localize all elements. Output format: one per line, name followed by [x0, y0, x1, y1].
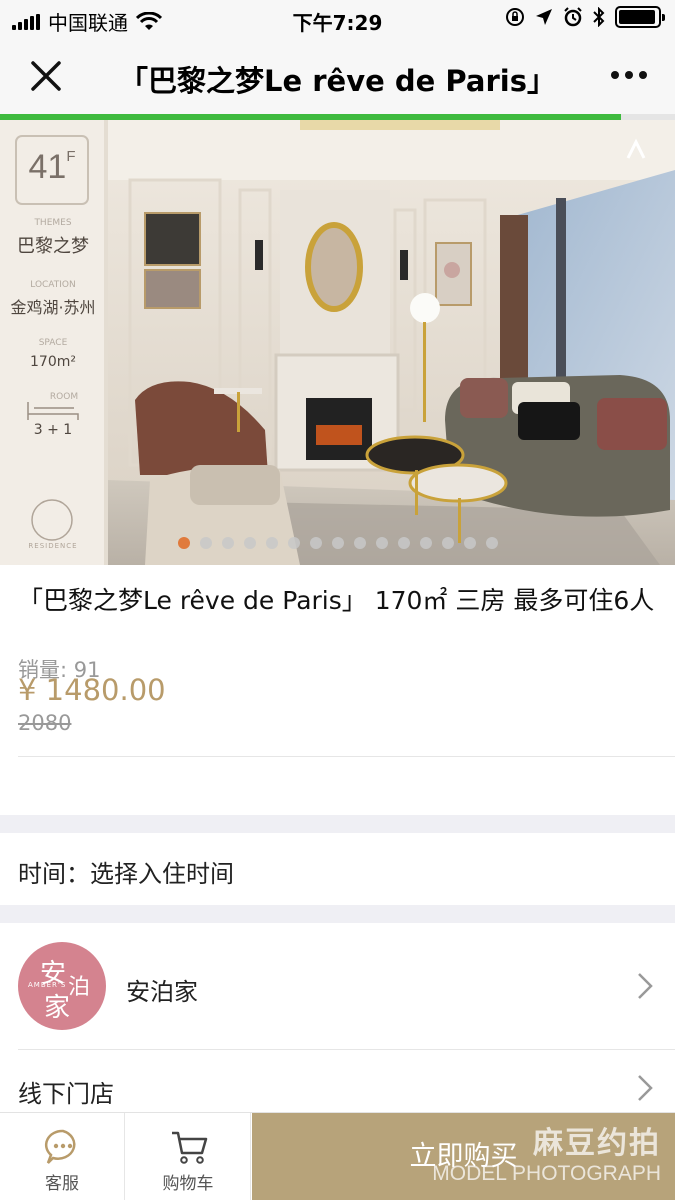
- chat-icon: [44, 1129, 76, 1164]
- carousel-dot[interactable]: [420, 537, 432, 549]
- location-label: LOCATION: [30, 280, 76, 290]
- battery-level: [619, 10, 656, 24]
- chevron-right-icon[interactable]: [637, 972, 653, 1000]
- rotation-lock-icon: [506, 8, 524, 26]
- carousel-dot[interactable]: [376, 537, 388, 549]
- floor-suffix: F: [66, 148, 76, 165]
- watermark-cn: 麻豆约拍: [533, 1127, 661, 1160]
- carousel-dot[interactable]: [288, 537, 300, 549]
- carousel-dot[interactable]: [442, 537, 454, 549]
- floor-number: 41F: [16, 148, 88, 187]
- svg-text:家: 家: [44, 993, 70, 1023]
- shop-name[interactable]: 安泊家: [126, 972, 198, 1007]
- carousel-dot[interactable]: [354, 537, 366, 549]
- alarm-icon: [564, 7, 582, 27]
- location-icon: [536, 9, 552, 25]
- hero-info-panel: 41F THEMES 巴黎之梦 LOCATION 金鸡湖·苏州 SPACE 17…: [0, 120, 108, 565]
- floor-value: 41: [28, 148, 67, 186]
- themes-value: 巴黎之梦: [17, 236, 89, 257]
- location-value: 金鸡湖·苏州: [10, 298, 96, 317]
- space-label: SPACE: [38, 338, 68, 348]
- cart-button[interactable]: 购物车: [126, 1113, 251, 1200]
- carousel-indicator: [178, 537, 498, 549]
- shop-logo-en: AMBER'S: [28, 981, 67, 989]
- watermark-en: MODEL PHOTOGRAPH: [432, 1162, 661, 1185]
- page-title: 「巴黎之梦Le rêve de Paris」: [119, 64, 556, 98]
- carousel-dot[interactable]: [486, 537, 498, 549]
- themes-label: THEMES: [34, 218, 72, 228]
- carousel-dot[interactable]: [200, 537, 212, 549]
- shop-logo[interactable]: 安 泊 家 AMBER'S: [18, 942, 106, 1030]
- svg-text:泊: 泊: [68, 975, 90, 1000]
- bluetooth-icon: [593, 7, 605, 27]
- sales-count: 销量: 91: [18, 658, 101, 682]
- carousel-dot[interactable]: [244, 537, 256, 549]
- product-info-section: 「巴黎之梦Le rêve de Paris」 170㎡ 三房 最多可住6人 ¥ …: [0, 565, 675, 815]
- status-bar: 中国联通 下午7:29: [0, 0, 675, 38]
- space-value: 170m²: [30, 354, 76, 370]
- original-price: 2080: [18, 711, 72, 735]
- divider: [18, 1049, 675, 1050]
- carousel-dot[interactable]: [310, 537, 322, 549]
- product-title: 「巴黎之梦Le rêve de Paris」 170㎡ 三房 最多可住6人: [18, 586, 655, 615]
- carousel-dot[interactable]: [464, 537, 476, 549]
- carousel-dot[interactable]: [332, 537, 344, 549]
- offline-store-label[interactable]: 线下门店: [18, 1074, 114, 1109]
- divider: [18, 756, 675, 757]
- cart-label: 购物车: [162, 1174, 214, 1194]
- carousel-dot[interactable]: [222, 537, 234, 549]
- chevron-right-icon[interactable]: [637, 1074, 653, 1102]
- battery-icon: [615, 6, 665, 28]
- nav-bar: 「巴黎之梦Le rêve de Paris」: [0, 38, 675, 114]
- product-image-carousel[interactable]: 41F THEMES 巴黎之梦 LOCATION 金鸡湖·苏州 SPACE 17…: [0, 120, 675, 565]
- cart-icon: [172, 1131, 208, 1164]
- close-icon[interactable]: [28, 58, 64, 94]
- room-label: ROOM: [49, 392, 79, 402]
- brand-small-text: RESIDENCE: [28, 542, 78, 550]
- more-icon[interactable]: [609, 60, 649, 90]
- status-right: [505, 6, 665, 28]
- customer-service-label: 客服: [45, 1174, 79, 1194]
- carousel-dot[interactable]: [266, 537, 278, 549]
- time-select-label[interactable]: 时间：选择入住时间: [18, 854, 234, 889]
- room-value: 3 + 1: [33, 422, 73, 438]
- carousel-dot[interactable]: [398, 537, 410, 549]
- customer-service-button[interactable]: 客服: [0, 1113, 125, 1200]
- carousel-dot[interactable]: [178, 537, 190, 549]
